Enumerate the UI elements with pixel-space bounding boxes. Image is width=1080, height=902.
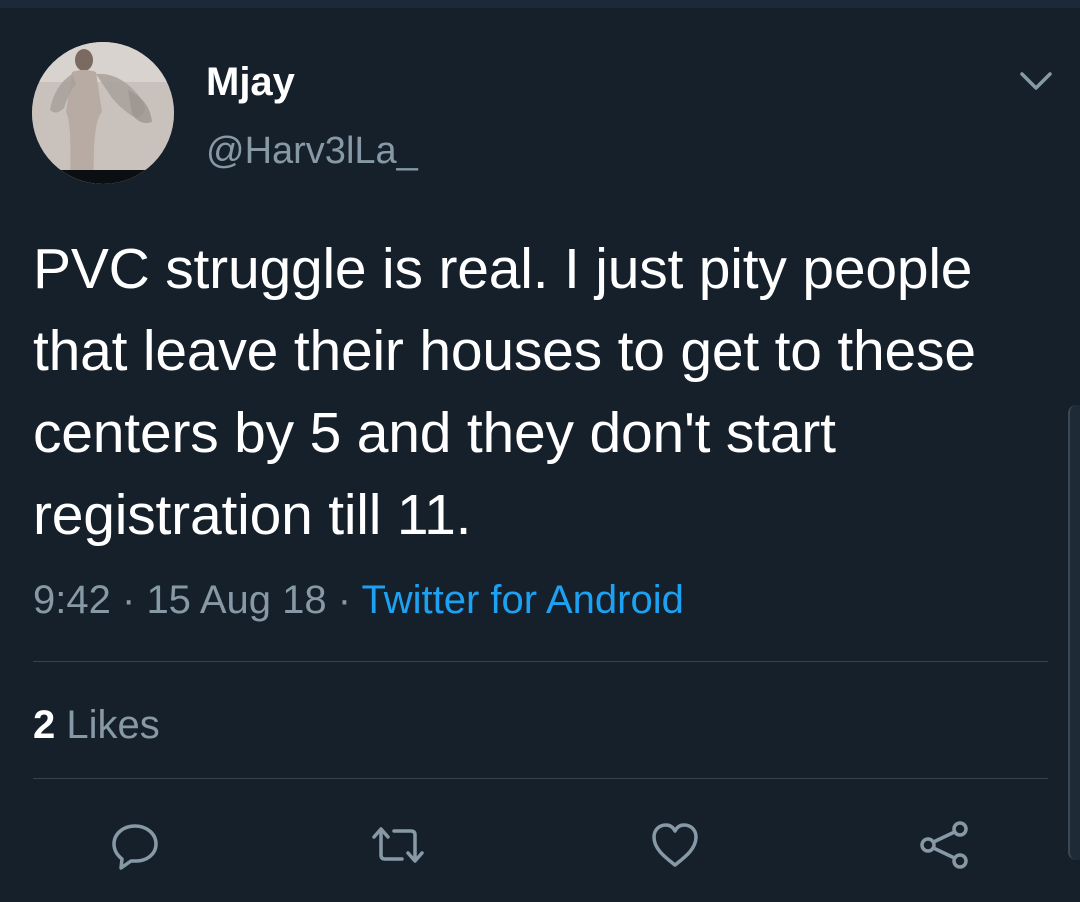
reply-icon xyxy=(112,824,158,870)
share-icon xyxy=(920,821,968,869)
chevron-down-icon[interactable] xyxy=(1016,66,1056,96)
likes-summary[interactable]: 2 Likes xyxy=(33,700,160,750)
author-name[interactable]: Mjay xyxy=(206,58,295,106)
tweet-meta: 9:42 · 15 Aug 18 · Twitter for Android xyxy=(33,575,684,625)
likes-label: Likes xyxy=(66,703,160,747)
avatar[interactable] xyxy=(32,42,174,184)
meta-separator: · xyxy=(337,578,352,622)
divider xyxy=(33,778,1048,779)
share-button[interactable] xyxy=(914,815,974,875)
retweet-button[interactable] xyxy=(368,815,428,875)
meta-separator: · xyxy=(121,578,136,622)
scrollbar[interactable] xyxy=(1068,405,1080,860)
author-handle[interactable]: @Harv3lLa_ xyxy=(206,128,418,174)
status-bar-strip xyxy=(0,0,1080,8)
tweet-date: 15 Aug 18 xyxy=(146,578,327,622)
like-button[interactable] xyxy=(645,815,705,875)
tweet-text: PVC struggle is real. I just pity people… xyxy=(33,237,976,547)
divider xyxy=(33,661,1048,662)
tweet-time: 9:42 xyxy=(33,578,111,622)
retweet-icon xyxy=(372,827,424,863)
reply-button[interactable] xyxy=(105,815,165,875)
likes-count: 2 xyxy=(33,703,56,747)
heart-icon xyxy=(652,823,698,867)
tweet-source-link[interactable]: Twitter for Android xyxy=(361,578,683,622)
